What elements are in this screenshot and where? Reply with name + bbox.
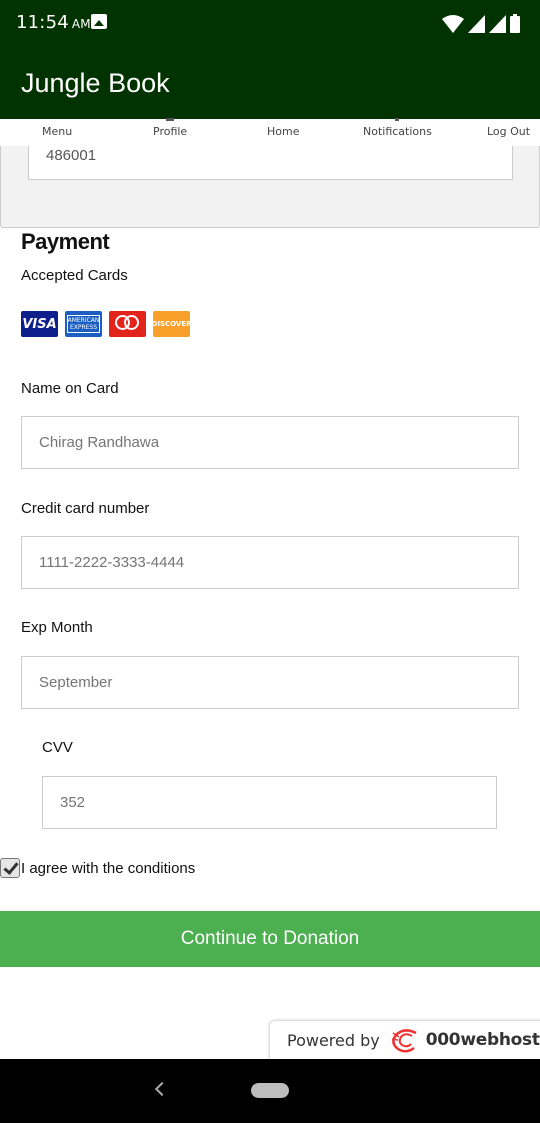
nav-item-profile[interactable]: Profile bbox=[153, 118, 188, 138]
status-time-value: 11:54 bbox=[16, 12, 69, 33]
card-number-label: Credit card number bbox=[21, 500, 150, 517]
top-nav: Menu Profile Home Notifications Log Out bbox=[0, 118, 540, 146]
status-time: 11:54 AM bbox=[16, 12, 91, 33]
pincode-field[interactable]: 486001 bbox=[28, 146, 513, 180]
agree-label: I agree with the conditions bbox=[21, 859, 196, 877]
back-icon[interactable] bbox=[154, 1081, 170, 1097]
name-on-card-label: Name on Card bbox=[21, 380, 119, 397]
powered-by-badge[interactable]: Powered by 000webhost bbox=[269, 1020, 540, 1060]
notifications-icon bbox=[395, 118, 400, 121]
app-title: Jungle Book bbox=[21, 68, 170, 98]
000webhost-logo-icon bbox=[391, 1029, 417, 1053]
continue-to-donation-button[interactable]: Continue to Donation bbox=[0, 911, 540, 967]
exp-month-label: Exp Month bbox=[21, 619, 93, 636]
status-time-ampm: AM bbox=[71, 17, 91, 31]
name-on-card-input[interactable] bbox=[22, 417, 518, 468]
home-pill-icon[interactable] bbox=[251, 1083, 289, 1098]
nav-item-profile-label: Profile bbox=[153, 125, 188, 138]
amex-icon: AMERICAN EXPRESS bbox=[65, 311, 102, 337]
address-panel: 486001 bbox=[0, 146, 540, 228]
nav-item-home[interactable]: Home bbox=[267, 125, 299, 138]
signal-icon-2 bbox=[489, 15, 506, 33]
mastercard-icon bbox=[109, 311, 146, 337]
nav-item-notifications[interactable]: Notifications bbox=[363, 118, 432, 138]
card-number-input[interactable] bbox=[22, 537, 518, 588]
discover-text: DISCOVER bbox=[153, 320, 190, 328]
status-bar: 11:54 AM bbox=[0, 0, 540, 46]
nav-item-menu[interactable]: Menu bbox=[42, 125, 72, 138]
wifi-icon bbox=[442, 15, 464, 33]
exp-month-field[interactable] bbox=[21, 656, 519, 709]
name-on-card-field[interactable] bbox=[21, 416, 519, 469]
card-number-field[interactable] bbox=[21, 536, 519, 589]
image-notification-icon bbox=[91, 14, 107, 29]
mastercard-circle-right bbox=[124, 315, 139, 330]
cvv-field[interactable] bbox=[42, 776, 497, 829]
discover-icon: DISCOVER bbox=[153, 311, 190, 337]
cvv-input[interactable] bbox=[43, 777, 496, 828]
agree-checkbox[interactable] bbox=[0, 858, 20, 878]
000webhost-brand: 000webhost bbox=[425, 1030, 540, 1050]
profile-icon bbox=[166, 118, 175, 121]
accepted-cards-label: Accepted Cards bbox=[21, 267, 128, 284]
nav-item-logout[interactable]: Log Out bbox=[487, 125, 530, 138]
amex-text: AMERICAN EXPRESS bbox=[66, 315, 101, 333]
agree-row: I agree with the conditions bbox=[0, 856, 195, 880]
powered-by-text: Powered by bbox=[287, 1030, 380, 1050]
payment-title: Payment bbox=[21, 229, 110, 254]
nav-item-notifications-label: Notifications bbox=[363, 125, 432, 138]
visa-text: VISA bbox=[22, 316, 57, 332]
signal-icon bbox=[468, 15, 485, 33]
pincode-value: 486001 bbox=[46, 147, 97, 164]
system-nav-bar bbox=[0, 1059, 540, 1123]
visa-icon: VISA bbox=[21, 311, 58, 337]
exp-month-input[interactable] bbox=[22, 657, 518, 708]
status-icons bbox=[442, 13, 520, 33]
battery-icon bbox=[510, 14, 520, 33]
cvv-label: CVV bbox=[42, 739, 73, 756]
accepted-cards: VISA AMERICAN EXPRESS DISCOVER bbox=[21, 311, 190, 337]
